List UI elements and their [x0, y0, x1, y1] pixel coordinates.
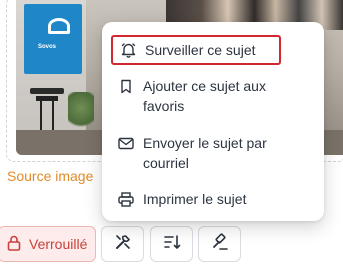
topic-actions-menu: Surveiller ce sujet Ajouter ce sujet aux…	[102, 22, 324, 221]
wrench-screwdriver-icon	[114, 233, 132, 256]
menu-item-label: Surveiller ce sujet	[145, 42, 256, 58]
menu-item-watch-topic[interactable]: Surveiller ce sujet	[111, 35, 281, 65]
menu-item-favorite-topic[interactable]: Ajouter ce sujet aux favoris	[110, 71, 316, 119]
sort-button[interactable]	[150, 226, 193, 262]
source-image-link[interactable]: Source image	[7, 168, 93, 184]
envelope-icon	[118, 133, 134, 153]
lock-icon	[7, 235, 21, 254]
gavel-icon	[211, 233, 229, 256]
locked-label: Verrouillé	[29, 236, 88, 252]
sort-icon	[163, 233, 181, 256]
menu-item-email-topic[interactable]: Envoyer le sujet par courriel	[110, 128, 316, 176]
moderate-button[interactable]	[198, 226, 241, 262]
sovos-logo-icon	[48, 18, 70, 34]
bell-icon	[120, 40, 136, 60]
sovos-banner: Sovos	[24, 4, 82, 74]
printer-icon	[118, 189, 134, 209]
banner-text: Sovos	[38, 44, 57, 50]
menu-item-label: Envoyer le sujet par courriel	[143, 135, 267, 171]
bookmark-icon	[118, 76, 134, 96]
moderation-tools-button[interactable]	[101, 226, 144, 262]
menu-item-label: Ajouter ce sujet aux favoris	[143, 78, 266, 114]
menu-item-print-topic[interactable]: Imprimer le sujet	[110, 184, 316, 212]
menu-item-label: Imprimer le sujet	[143, 191, 247, 207]
locked-button[interactable]: Verrouillé	[0, 226, 96, 262]
